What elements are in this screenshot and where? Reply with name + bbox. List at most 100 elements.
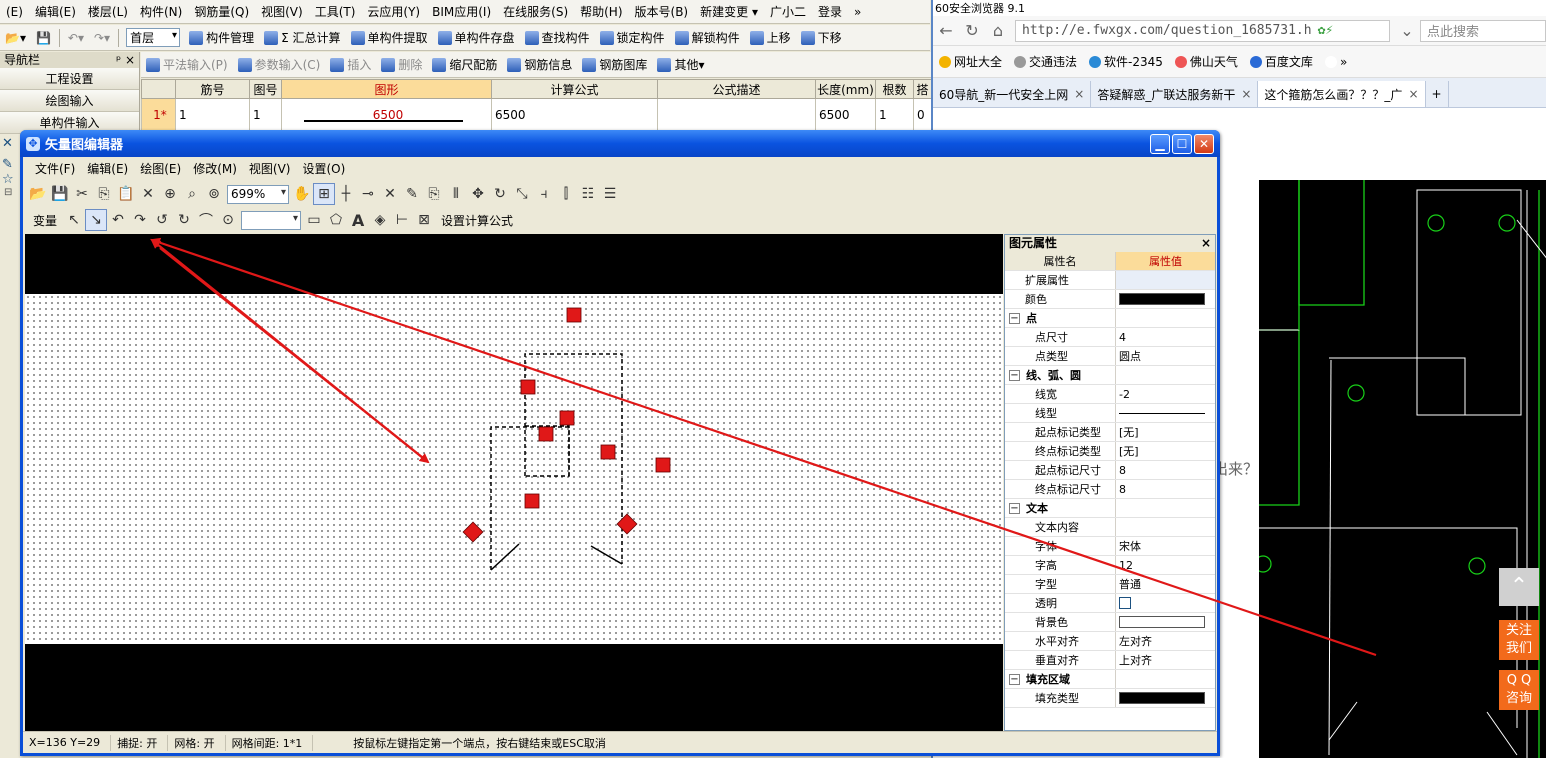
zoom-select[interactable]: 699% <box>227 184 289 204</box>
column-header-0[interactable] <box>141 79 176 99</box>
dimension-tool-icon[interactable]: ⊢ <box>391 209 413 231</box>
column-header-8[interactable]: 搭 <box>913 79 932 99</box>
row-number[interactable]: 1* <box>141 98 176 131</box>
collapse-icon[interactable]: − <box>1009 312 1020 324</box>
chevron-down-icon[interactable]: ⌄ <box>1394 21 1420 40</box>
zoom-all-icon[interactable]: ⊚ <box>203 183 225 205</box>
menu-item-8[interactable]: BIM应用(I) <box>426 0 497 23</box>
grid-toolbar-button-6[interactable]: 钢筋图库 <box>577 54 652 76</box>
rotate-icon[interactable]: ↻ <box>489 183 511 205</box>
favorite-link-0[interactable]: 网址大全 <box>933 53 1008 70</box>
close-icon[interactable]: × <box>1241 87 1251 101</box>
grid-spacing[interactable]: 网格间距: 1*1 <box>226 734 314 751</box>
grid-toolbar-button-5[interactable]: 钢筋信息 <box>502 54 577 76</box>
dialog-title-bar[interactable]: ✥ 矢量图编辑器 ▁ ☐ ✕ <box>20 130 1220 157</box>
menu-item-13[interactable]: 广小二 <box>764 0 812 23</box>
property-row[interactable]: 字高 12 <box>1005 556 1215 575</box>
property-value[interactable] <box>1116 613 1215 631</box>
fill-tool-icon[interactable]: ◈ <box>369 209 391 231</box>
text-tool-icon[interactable]: A <box>347 209 369 231</box>
redo-icon[interactable]: ↷▾ <box>89 27 115 49</box>
trim-icon[interactable]: ┼ <box>335 183 357 205</box>
copy-element-icon[interactable]: ⎘ <box>423 183 445 205</box>
favorite-link-1[interactable]: 交通违法 <box>1008 53 1083 70</box>
menu-item-0[interactable]: (E) <box>0 0 29 23</box>
property-row[interactable]: 字型 普通 <box>1005 575 1215 594</box>
cut-icon[interactable]: ✂ <box>71 183 93 205</box>
drawing-canvas[interactable] <box>25 234 1003 731</box>
property-value[interactable]: 圆点 <box>1116 347 1215 365</box>
select-arrow-icon[interactable]: ↖ <box>63 209 85 231</box>
align-center-icon[interactable]: ⫿ <box>555 183 577 205</box>
set-formula-button[interactable]: 设置计算公式 <box>435 209 519 231</box>
menu-item-2[interactable]: 楼层(L) <box>82 0 134 23</box>
clear-icon[interactable]: ⊠ <box>413 209 435 231</box>
grid-status[interactable]: 网格: 开 <box>168 734 226 751</box>
menu-item-15[interactable]: » <box>848 0 867 23</box>
rectangle-tool-icon[interactable]: ▭ <box>303 209 325 231</box>
cell-bar-no[interactable]: 1 <box>175 98 250 131</box>
property-row[interactable]: 终点标记类型 [无] <box>1005 442 1215 461</box>
home-icon[interactable]: ⌂ <box>985 21 1011 40</box>
favorite-link-2[interactable]: 软件-2345 <box>1083 53 1169 70</box>
browser-tab-2[interactable]: 这个箍筋怎么画？？？_广 × <box>1258 81 1426 107</box>
move-icon[interactable]: ✥ <box>467 183 489 205</box>
zoom-in-icon[interactable]: ⊕ <box>159 183 181 205</box>
star-icon[interactable]: ☆ <box>0 172 20 187</box>
browser-tab-0[interactable]: 60导航_新一代安全上网 × <box>933 81 1092 107</box>
line-tool-icon[interactable]: ↘ <box>85 209 108 231</box>
property-value[interactable]: -2 <box>1116 385 1215 403</box>
property-row[interactable]: 点尺寸 4 <box>1005 328 1215 347</box>
property-value[interactable]: 8 <box>1116 480 1215 498</box>
property-value[interactable]: 左对齐 <box>1116 632 1215 650</box>
property-row[interactable]: − 填充区域 <box>1005 670 1215 689</box>
open-icon[interactable]: 📂 <box>27 183 49 205</box>
menu-item-14[interactable]: 登录 <box>812 0 848 23</box>
property-value[interactable] <box>1116 404 1215 422</box>
pen-icon[interactable]: ✎ <box>0 157 20 172</box>
column-header-2[interactable]: 图号 <box>249 79 282 99</box>
toolbar-button-5[interactable]: 锁定构件 <box>595 27 670 49</box>
nav-item-0[interactable]: 工程设置 <box>0 68 139 90</box>
zoom-window-icon[interactable]: ⌕ <box>181 183 203 205</box>
minus-icon[interactable]: ⊟ <box>0 187 20 198</box>
pan-icon[interactable]: ✋ <box>291 183 313 205</box>
scale-icon[interactable]: ⤡ <box>511 183 533 205</box>
property-row[interactable]: 扩展属性 <box>1005 271 1215 290</box>
property-value[interactable] <box>1116 670 1215 688</box>
property-value[interactable]: 8 <box>1116 461 1215 479</box>
arc-end-icon[interactable]: ↻ <box>173 209 195 231</box>
table-row[interactable]: 1* 1 1 6500 6500 6500 1 0 <box>141 98 932 131</box>
floor-select[interactable]: 首层 <box>126 28 181 47</box>
close-button[interactable]: ✕ <box>1194 133 1214 154</box>
property-row[interactable]: 终点标记尺寸 8 <box>1005 480 1215 499</box>
maximize-button[interactable]: ☐ <box>1172 133 1192 154</box>
collapse-icon[interactable]: − <box>1009 369 1020 381</box>
property-value[interactable] <box>1116 366 1215 384</box>
menu-item-10[interactable]: 帮助(H) <box>574 0 628 23</box>
extend-icon[interactable]: ⊸ <box>357 183 379 205</box>
menu-item-11[interactable]: 版本号(B) <box>629 0 695 23</box>
toolbar-button-0[interactable]: 构件管理 <box>184 27 259 49</box>
minimize-button[interactable]: ▁ <box>1150 133 1170 154</box>
menu-item-9[interactable]: 在线服务(S) <box>497 0 574 23</box>
close-icon[interactable]: × <box>1408 87 1418 101</box>
undo-icon[interactable]: ↶▾ <box>63 27 89 49</box>
column-header-1[interactable]: 筋号 <box>175 79 250 99</box>
grid-toolbar-button-7[interactable]: 其他▾ <box>652 54 709 76</box>
dialog-menu-item-1[interactable]: 编辑(E) <box>81 157 134 181</box>
property-row[interactable]: 透明 <box>1005 594 1215 613</box>
cell-shape[interactable]: 6500 <box>281 98 492 131</box>
property-value[interactable] <box>1116 518 1215 536</box>
property-row[interactable]: 垂直对齐 上对齐 <box>1005 651 1215 670</box>
color-swatch[interactable] <box>1119 293 1205 305</box>
toolbar-button-1[interactable]: Σ 汇总计算 <box>259 27 345 49</box>
menu-item-4[interactable]: 钢筋量(Q) <box>188 0 255 23</box>
color-swatch[interactable] <box>1119 692 1205 704</box>
property-value[interactable]: 上对齐 <box>1116 651 1215 669</box>
property-value[interactable]: [无] <box>1116 442 1215 460</box>
column-header-7[interactable]: 根数 <box>875 79 914 99</box>
arc-center-icon[interactable]: ↺ <box>151 209 173 231</box>
grid-toolbar-button-4[interactable]: 缩尺配筋 <box>427 54 502 76</box>
property-row[interactable]: 起点标记尺寸 8 <box>1005 461 1215 480</box>
